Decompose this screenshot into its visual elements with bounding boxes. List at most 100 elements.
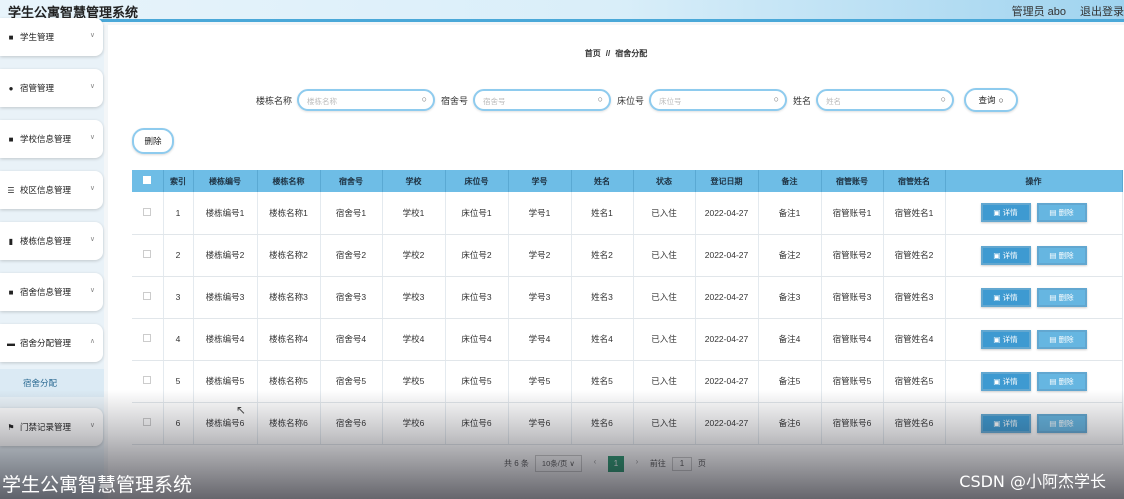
search-input-dorm-no[interactable]: 宿舍号 ○ [473,89,612,111]
actions-cell: ▣ 详情 ▤ 删除 [945,276,1123,319]
col-header: 学校 [382,170,446,192]
row-checkbox[interactable] [143,376,152,384]
query-button[interactable]: 查询 ○ [964,88,1019,112]
table-cell: 备注5 [758,360,822,403]
breadcrumb-home[interactable]: 首页 [585,49,601,58]
col-header: 操作 [945,170,1123,192]
sidebar-item-access-records[interactable]: ⚑ 门禁记录管理 ∨ [0,408,103,446]
detail-icon: ▣ [993,376,1003,386]
goto-suffix: 页 [697,459,706,468]
row-select-cell [132,318,164,361]
page-size-select[interactable]: 10条/页 ∨ [534,455,582,472]
next-page-button[interactable]: › [630,457,644,471]
bulk-delete-button[interactable]: 删除 [132,128,174,154]
row-select-cell [132,360,164,403]
table-cell: 床位号2 [445,234,509,277]
table-cell: 已入住 [633,318,696,361]
bar-icon: ▮ [8,236,14,246]
row-checkbox[interactable] [143,418,152,426]
sidebar-item-schools[interactable]: ■ 学校信息管理 ∨ [0,120,103,158]
row-checkbox[interactable] [143,334,152,342]
watermark-title: 学生公寓智慧管理系统 [2,474,193,496]
data-table: 索引 楼栋编号 楼栋名称 宿舍号 学校 床位号 学号 姓名 状态 登记日期 备注… [132,170,1123,445]
table-cell: 已入住 [633,234,696,277]
chevron-down-icon: ∨ [89,236,95,243]
table-cell: 2022-04-27 [695,318,759,361]
goto-page-input[interactable]: 1 [671,456,692,471]
col-header: 备注 [758,170,822,192]
sidebar-item-campuses[interactable]: ☰ 校区信息管理 ∨ [0,171,103,209]
table-cell: 宿舍号6 [320,402,383,445]
breadcrumb: 首页 // 宿舍分配 [108,48,1124,59]
table-cell: 学校2 [382,234,446,277]
search-input-building-name[interactable]: 楼栋名称 ○ [297,89,436,111]
table-cell: 床位号3 [445,276,509,319]
search-icon: ○ [421,94,428,104]
row-select-cell [132,276,164,319]
table-row: 1 楼栋编号1 楼栋名称1 宿舍号1 学校1 床位号1 学号1 姓名1 已入住 2022-04-2… [132,192,1123,235]
table-cell: 学校5 [382,360,446,403]
detail-button[interactable]: ▣ 详情 [980,287,1031,307]
sidebar-item-dorm-assignment[interactable]: ▬ 宿舍分配管理 ∧ [0,324,103,362]
detail-button[interactable]: ▣ 详情 [980,371,1031,391]
trash-icon: ▤ [1049,250,1059,260]
delete-button[interactable]: ▤ 删除 [1036,287,1087,307]
table-cell: 宿管姓名4 [883,318,946,361]
logout-link[interactable]: 退出登录 [1080,3,1124,19]
sidebar-item-dorm-admins[interactable]: ● 宿管管理 ∨ [0,69,103,107]
table-cell: 楼栋编号6 [193,402,258,445]
col-header: 学号 [508,170,572,192]
table-cell: 宿管账号1 [821,192,884,235]
sidebar-item-label: 宿舍信息管理 [20,287,72,297]
detail-button[interactable]: ▣ 详情 [980,203,1031,223]
current-user[interactable]: 管理员 abo [1012,3,1066,19]
delete-label: 删除 [1058,418,1074,428]
row-checkbox[interactable] [143,207,152,216]
watermark-csdn: CSDN @小阿杰学长 [959,472,1106,491]
sidebar-item-label: 学生管理 [20,32,55,42]
table-cell: 学号2 [508,234,572,277]
table-cell: 楼栋编号2 [193,234,258,277]
prev-page-button[interactable]: ‹ [588,457,602,471]
table-cell: 宿管姓名5 [883,360,946,403]
delete-button[interactable]: ▤ 删除 [1036,329,1087,349]
row-select-cell [132,234,164,277]
search-input-name[interactable]: 姓名 ○ [816,89,955,111]
search-bar: 楼栋名称 楼栋名称 ○ 宿舍号 宿舍号 ○ 床位号 床位号 ○ 姓名 姓名 ○ … [256,87,1019,113]
detail-label: 详情 [1002,250,1018,260]
sidebar-item-label: 楼栋信息管理 [20,236,72,246]
detail-label: 详情 [1002,292,1018,302]
search-input-bed-no[interactable]: 床位号 ○ [649,89,788,111]
detail-label: 详情 [1002,376,1018,386]
delete-button[interactable]: ▤ 删除 [1036,203,1087,223]
detail-label: 详情 [1002,418,1018,428]
table-cell: 备注3 [758,276,822,319]
col-header: 宿舍号 [320,170,383,192]
sidebar-item-dorms[interactable]: ■ 宿舍信息管理 ∨ [0,273,103,311]
sidebar-subitem-dorm-assignment[interactable]: 宿舍分配 [0,369,104,397]
delete-button[interactable]: ▤ 删除 [1036,413,1087,433]
page-number-current[interactable]: 1 [607,455,624,472]
top-right-links: 管理员 abo 退出登录 [1012,3,1124,19]
detail-label: 详情 [1002,334,1018,344]
table-cell: 宿舍号2 [320,234,383,277]
sidebar-item-students[interactable]: ■ 学生管理 ∨ [0,18,103,56]
select-all-checkbox[interactable] [143,176,152,184]
table-cell: 4 [163,318,194,361]
table-cell: 楼栋名称5 [257,360,321,403]
detail-button[interactable]: ▣ 详情 [980,329,1031,349]
delete-button[interactable]: ▤ 删除 [1036,371,1087,391]
table-cell: 5 [163,360,194,403]
table-cell: 姓名4 [571,318,634,361]
top-header: 学生公寓智慧管理系统 管理员 abo 退出登录 [0,0,1124,22]
main-content: 首页 // 宿舍分配 楼栋名称 楼栋名称 ○ 宿舍号 宿舍号 ○ 床位号 床位号 ○… [108,25,1124,499]
search-placeholder: 楼栋名称 [307,97,338,106]
table-cell: 楼栋编号1 [193,192,258,235]
detail-button[interactable]: ▣ 详情 [980,245,1031,265]
row-checkbox[interactable] [143,292,152,300]
row-checkbox[interactable] [143,250,152,258]
sidebar-item-label: 校区信息管理 [20,185,72,195]
detail-button[interactable]: ▣ 详情 [980,413,1031,433]
delete-button[interactable]: ▤ 删除 [1036,245,1087,265]
sidebar-item-buildings[interactable]: ▮ 楼栋信息管理 ∨ [0,222,103,260]
